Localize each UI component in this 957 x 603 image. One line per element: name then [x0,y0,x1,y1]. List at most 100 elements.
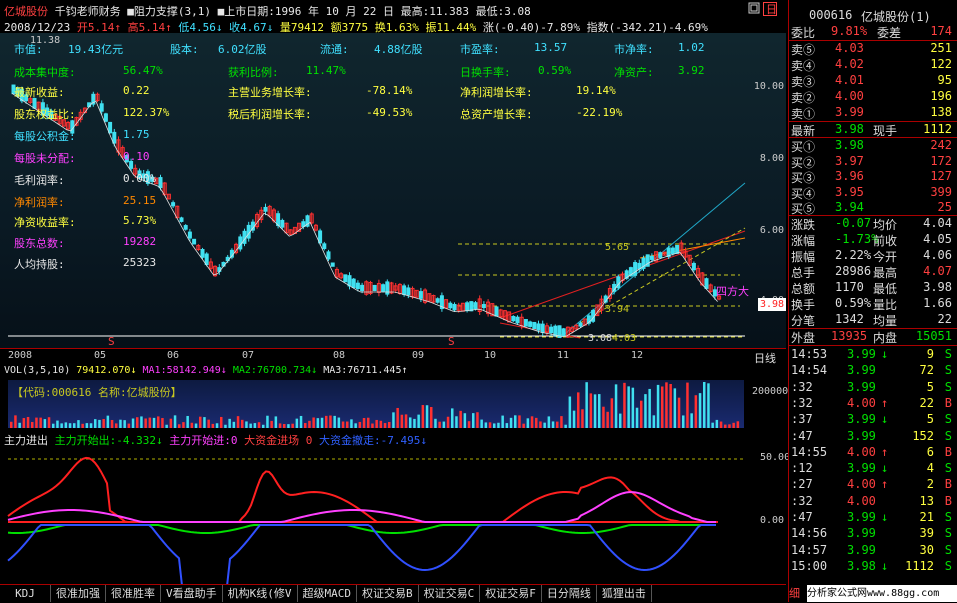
candle [372,284,377,292]
weicha-label: 委差 [877,26,902,40]
ask-volume: 196 [930,89,952,103]
bid-price[interactable]: 3.98 [835,138,864,152]
bid-price[interactable]: 3.94 [835,200,864,214]
candle [523,319,528,327]
volume-bar [543,422,546,428]
tick-volume: 9 [926,347,934,361]
volume-bar [488,422,492,428]
tab-indicator[interactable]: 很准胜率 [106,585,161,602]
quote-label: 前收 [873,234,898,248]
bid-price[interactable]: 3.97 [835,154,864,168]
volume-bar [190,422,194,428]
candle [322,243,327,249]
quote-label: 涨跌 [791,218,816,232]
volume-bar [686,382,689,428]
tab-indicator[interactable]: 机构K线(修V [223,585,298,602]
ask-price[interactable]: 4.02 [835,57,864,71]
stat-label: 市净率: [614,43,654,56]
ask-label: 卖⑤ [791,43,816,57]
kline-panel[interactable]: S S 11.38 市值: 19.43亿元 股本: 6.02亿股 流通: 4.8… [0,33,786,348]
date-tick: 2008 [8,350,33,361]
stat-label: 股东权益比: [14,108,76,121]
tab-indicator[interactable]: 权证交易F [480,585,542,602]
tab-kdj[interactable]: KDJ [0,585,51,602]
level-label: 3.94 [605,304,630,315]
volume-bar [669,383,672,428]
volume-bar [736,421,740,428]
inner-value: 15051 [915,329,952,343]
volume-bar [186,415,189,428]
candle [351,278,356,289]
bid-price[interactable]: 3.96 [835,169,864,183]
vol-tick: 200000 [752,386,789,397]
volume-bar [119,419,122,428]
tick-volume: 152 [912,428,934,443]
date-tick: 12 [631,350,644,361]
volume-bar [262,424,265,428]
volume-panel[interactable]: VOL(3,5,10) 79412.070↓ MA1:58142.949↓ MA… [0,364,789,431]
volume-bar [333,415,336,428]
volume-bar [152,417,156,428]
price-tick: 8.00 [759,153,784,164]
magenta-flow-line [7,491,716,523]
close-icon[interactable]: 日 [763,2,777,16]
ask-volume: 122 [930,57,952,71]
volume-bar [442,421,446,428]
moving-averages [11,93,718,337]
candles [11,84,722,338]
tick-arrow-icon: ↑ [881,444,889,459]
stat-label: 流通: [320,43,349,56]
volume-bar [173,415,177,428]
current-price-tag: 3.98 [758,298,786,311]
restore-icon[interactable] [748,2,760,14]
volume-bar [329,415,332,428]
tab-indicator[interactable]: V看盘助手 [161,585,223,602]
volume-bar [560,416,563,428]
stock-name[interactable]: 亿城股份 [4,5,48,18]
candle [347,275,352,287]
money-flow-panel[interactable]: 主力进出 主力开始出:-4.332↓ 主力开始进:0 大资金进场 0 大资金撤走… [0,430,790,584]
volume-bar [148,417,152,428]
volume-bar [241,419,244,428]
ask-price[interactable]: 3.99 [835,105,864,119]
bid-price[interactable]: 3.95 [835,185,864,199]
tick-volume: 4 [926,461,934,476]
quote-label: 换手 [791,298,816,312]
detail-tab[interactable]: 细 [789,585,807,602]
tick-time: :32 [791,379,813,394]
candle [171,202,176,207]
volume-bar [404,414,408,428]
volume-bar [207,419,210,428]
volume-bar [522,423,525,428]
tick-arrow-icon: ↑ [881,395,889,410]
tab-indicator[interactable]: 权证交易C [419,585,481,602]
ask-price[interactable]: 4.00 [835,89,864,103]
volume-bar [308,420,311,428]
quote-label: 分笔 [791,314,816,328]
price-axis: 10.00 8.00 6.00 4.00 3.98 [746,33,786,348]
tab-indicator[interactable]: 狐狸出击 [597,585,652,602]
volume-bar [673,388,677,428]
vol-value: 79412.070 [76,365,131,376]
tab-indicator[interactable]: 超级MACD [298,585,357,602]
volume-bar [102,419,105,428]
quote-value: 1170 [835,280,864,294]
volume-bar [39,417,42,428]
tab-indicator[interactable]: 很准加强 [51,585,106,602]
indicator-name[interactable]: 阻力支撑(3,1) [134,5,211,18]
volume-bar [396,407,399,428]
ask-price[interactable]: 4.03 [835,41,864,55]
candle [280,219,285,228]
tab-indicator[interactable]: 权证交易B [357,585,419,602]
volume-bar [451,408,454,428]
volume-bar [661,386,664,428]
volume-bar [556,421,559,428]
vol-ma3: MA3:76711.445 [323,365,402,376]
author-label: 千钧老师财务 [54,5,121,18]
volume-bar [711,422,714,428]
stat-label: 税后利润增长率: [228,108,312,121]
ask-price[interactable]: 4.01 [835,73,864,87]
tab-indicator[interactable]: 日分隔线 [542,585,597,602]
candle [658,252,663,258]
outer-value: 13935 [831,329,868,343]
